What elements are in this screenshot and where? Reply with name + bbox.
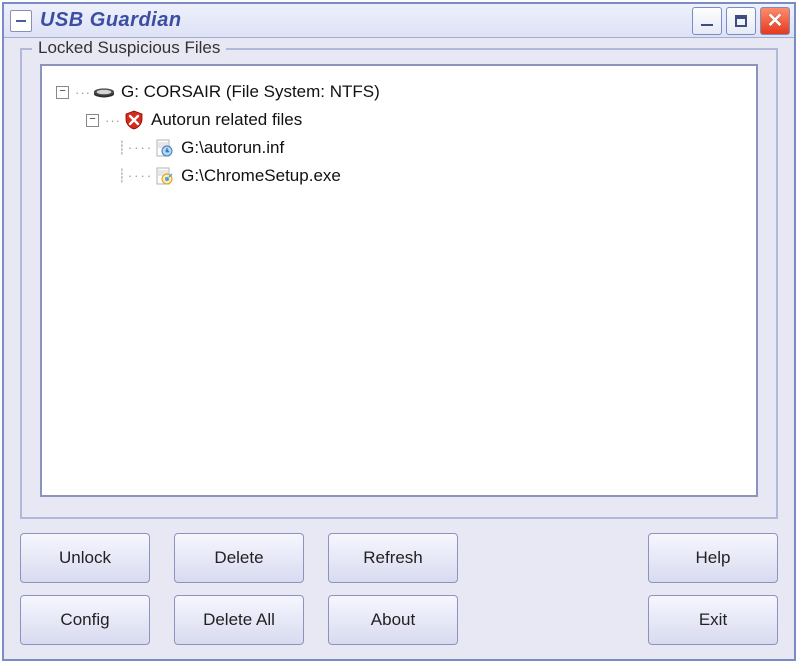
maximize-icon [735,15,747,27]
tree-connector: ··· [105,113,121,128]
tree-connector: ··· [75,85,91,100]
client-area: Locked Suspicious Files − ··· G: CORSAIR… [4,38,794,659]
spacer [482,595,624,645]
tree-node-drive[interactable]: − ··· G: CORSAIR (File System: NTFS) [56,78,746,106]
inf-file-icon [153,139,175,157]
tree-connector: ┊···· [118,140,153,156]
button-row: Unlock Delete Refresh Help Config Delete… [20,533,778,645]
maximize-button[interactable] [726,7,756,35]
group-label: Locked Suspicious Files [32,38,226,58]
titlebar-buttons: ✕ [692,7,790,35]
refresh-button[interactable]: Refresh [328,533,458,583]
config-button[interactable]: Config [20,595,150,645]
dash-icon [16,20,26,22]
help-button[interactable]: Help [648,533,778,583]
exe-file-icon [153,167,175,185]
tree-node-file[interactable]: ┊···· G:\autorun.inf [56,134,746,162]
window-title: USB Guardian [40,9,692,32]
shield-alert-icon [123,111,145,129]
file-label: G:\ChromeSetup.exe [181,166,341,186]
delete-button[interactable]: Delete [174,533,304,583]
app-window: USB Guardian ✕ Locked Suspicious Files −… [2,2,796,661]
titlebar: USB Guardian ✕ [4,4,794,38]
minimize-icon [701,24,713,26]
tree-node-category[interactable]: − ··· Autorun related files [56,106,746,134]
usb-drive-icon [93,83,115,101]
spacer [482,533,624,583]
expander-icon[interactable]: − [56,86,69,99]
category-label: Autorun related files [151,110,302,130]
close-button[interactable]: ✕ [760,7,790,35]
expander-icon[interactable]: − [86,114,99,127]
file-tree[interactable]: − ··· G: CORSAIR (File System: NTFS) − ·… [40,64,758,497]
exit-button[interactable]: Exit [648,595,778,645]
tree-connector: ┊···· [118,168,153,184]
about-button[interactable]: About [328,595,458,645]
unlock-button[interactable]: Unlock [20,533,150,583]
delete-all-button[interactable]: Delete All [174,595,304,645]
file-label: G:\autorun.inf [181,138,284,158]
locked-files-group: Locked Suspicious Files − ··· G: CORSAIR… [20,48,778,519]
system-menu-button[interactable] [10,10,32,32]
tree-node-file[interactable]: ┊···· G:\ChromeSetup.exe [56,162,746,190]
drive-label: G: CORSAIR (File System: NTFS) [121,82,380,102]
close-icon: ✕ [767,11,784,31]
minimize-button[interactable] [692,7,722,35]
